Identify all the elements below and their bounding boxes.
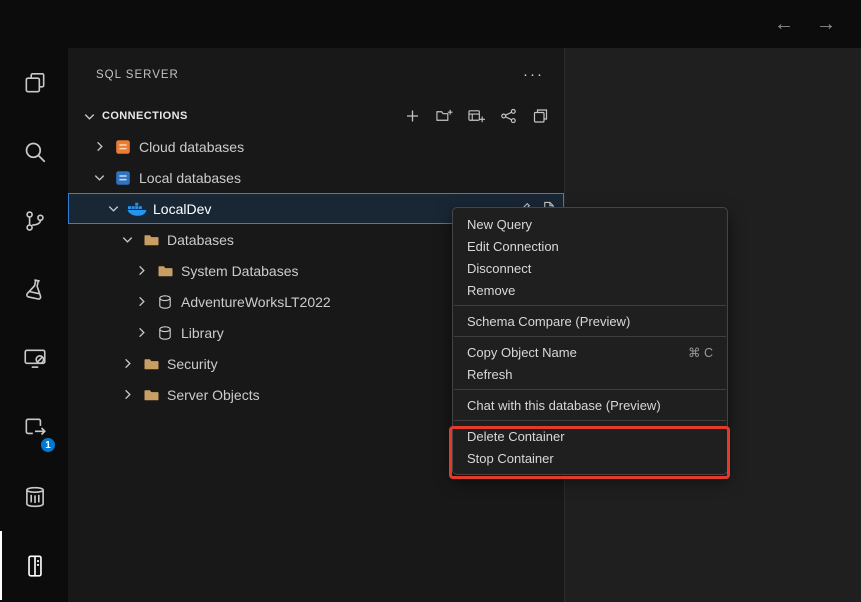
folder-icon (140, 386, 162, 404)
status-badge: 1 (39, 436, 57, 454)
tree-item-label: System Databases (181, 263, 299, 279)
files-copy-icon (22, 70, 48, 96)
activity-item-remote-explorer[interactable] (0, 324, 68, 393)
activity-item-extensions[interactable]: 1 (0, 393, 68, 462)
menu-item-label: New Query (467, 217, 532, 232)
menu-separator (454, 305, 726, 306)
chevron-right-icon[interactable] (134, 294, 152, 310)
activity-item-testing[interactable] (0, 255, 68, 324)
flask-icon (20, 274, 51, 305)
menu-item-label: Schema Compare (Preview) (467, 314, 630, 329)
folder-icon (140, 355, 162, 373)
cloud-databases-icon (112, 138, 134, 156)
chevron-right-icon[interactable] (120, 356, 138, 372)
new-connection-group-icon[interactable] (434, 107, 454, 125)
tree-item-label: Databases (167, 232, 234, 248)
menu-item-label: Edit Connection (467, 239, 559, 254)
activity-item-search[interactable] (0, 117, 68, 186)
new-server-group-icon[interactable] (466, 107, 486, 125)
activity-item-source-control[interactable] (0, 186, 68, 255)
menu-item-new-query[interactable]: New Query (453, 213, 727, 235)
tree-item-label: LocalDev (153, 201, 211, 217)
tree-item-label: Security (167, 356, 218, 372)
menu-item-delete-container[interactable]: Delete Container (453, 425, 727, 447)
chevron-down-icon[interactable] (82, 108, 100, 124)
tree-item-label: Server Objects (167, 387, 260, 403)
menu-item-disconnect[interactable]: Disconnect (453, 257, 727, 279)
activity-item-explorer[interactable] (0, 48, 68, 117)
add-connection-icon[interactable] (402, 107, 422, 125)
chevron-down-icon[interactable] (106, 201, 124, 217)
menu-item-schema-compare[interactable]: Schema Compare (Preview) (453, 310, 727, 332)
database-icon (154, 293, 176, 311)
menu-item-label: Disconnect (467, 261, 531, 276)
menu-item-label: Delete Container (467, 429, 565, 444)
chevron-down-icon[interactable] (120, 232, 138, 248)
folder-icon (154, 262, 176, 280)
barrel-container-icon (22, 484, 48, 510)
menu-item-refresh[interactable]: Refresh (453, 363, 727, 385)
vscode-window: ← → (0, 0, 861, 602)
forward-arrow-icon[interactable]: → (813, 14, 839, 34)
collapse-all-icon[interactable] (530, 107, 550, 125)
folder-icon (140, 231, 162, 249)
connections-section-header[interactable]: CONNECTIONS (68, 101, 564, 131)
menu-item-remove[interactable]: Remove (453, 279, 727, 301)
menu-separator (454, 336, 726, 337)
keyboard-shortcut: ⌘ C (688, 345, 713, 360)
chevron-down-icon[interactable] (92, 170, 110, 186)
menu-separator (454, 420, 726, 421)
activity-item-sql-server[interactable] (0, 531, 68, 600)
menu-item-copy-object-name[interactable]: Copy Object Name ⌘ C (453, 341, 727, 363)
menu-item-label: Stop Container (467, 451, 554, 466)
search-icon (22, 139, 48, 165)
title-bar: ← → (0, 0, 861, 48)
menu-item-chat-with-database[interactable]: Chat with this database (Preview) (453, 394, 727, 416)
menu-item-stop-container[interactable]: Stop Container (453, 447, 727, 469)
page-title: SQL SERVER (96, 69, 179, 81)
tree-item-cloud-databases[interactable]: Cloud databases (68, 131, 564, 162)
activity-item-containers[interactable] (0, 462, 68, 531)
database-icon (154, 324, 176, 342)
local-databases-icon (112, 169, 134, 187)
menu-separator (454, 389, 726, 390)
monitor-slash-icon (22, 346, 48, 372)
menu-item-label: Remove (467, 283, 515, 298)
connections-toolbar (402, 107, 550, 125)
tree-item-local-databases[interactable]: Local databases (68, 162, 564, 193)
context-menu: New Query Edit Connection Disconnect Rem… (452, 207, 728, 475)
chevron-right-icon[interactable] (134, 263, 152, 279)
chevron-right-icon[interactable] (92, 139, 110, 155)
back-arrow-icon[interactable]: ← (771, 14, 797, 34)
more-actions-icon[interactable]: ··· (523, 67, 544, 82)
connect-network-icon[interactable] (498, 107, 518, 125)
menu-item-edit-connection[interactable]: Edit Connection (453, 235, 727, 257)
chevron-right-icon[interactable] (120, 387, 138, 403)
menu-item-label: Copy Object Name (467, 345, 577, 360)
sidebar-header: SQL SERVER ··· (68, 48, 564, 101)
tree-item-label: AdventureWorksLT2022 (181, 294, 331, 310)
tree-item-label: Local databases (139, 170, 241, 186)
connections-label: CONNECTIONS (102, 110, 188, 122)
chevron-right-icon[interactable] (134, 325, 152, 341)
activity-bar: 1 (0, 48, 68, 602)
tree-item-label: Cloud databases (139, 139, 244, 155)
menu-item-label: Refresh (467, 367, 513, 382)
docker-whale-icon (126, 200, 148, 218)
tree-item-label: Library (181, 325, 224, 341)
menu-item-label: Chat with this database (Preview) (467, 398, 661, 413)
source-control-icon (22, 208, 48, 234)
database-server-icon (22, 553, 48, 579)
